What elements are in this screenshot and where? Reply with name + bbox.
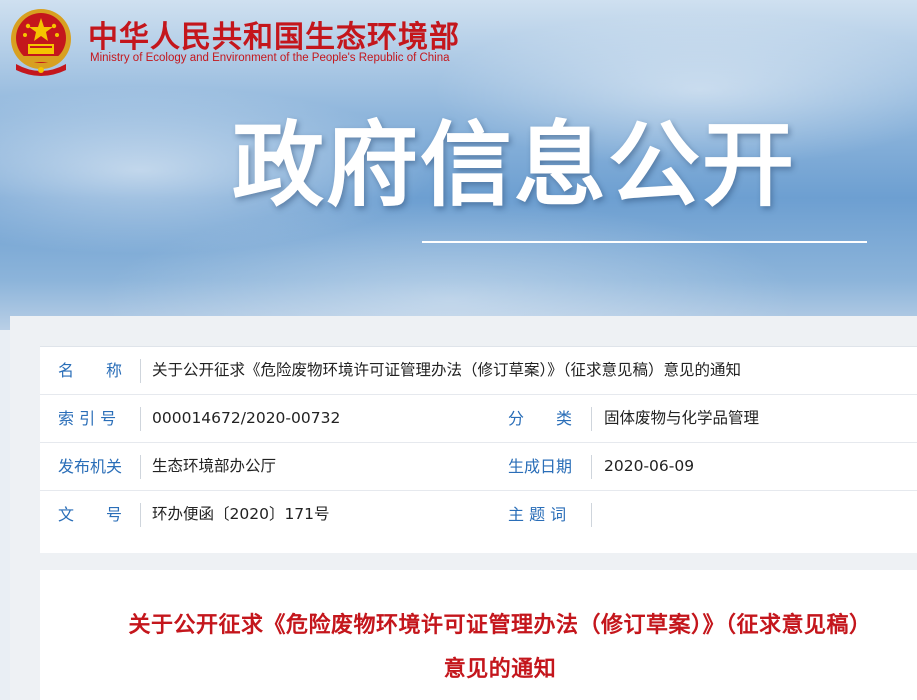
divider — [140, 455, 141, 479]
divider — [591, 503, 592, 527]
name-label: 名 称 — [58, 361, 123, 380]
divider — [140, 359, 141, 383]
divider — [140, 503, 141, 527]
hero-divider — [422, 241, 867, 243]
article-panel: 关于公开征求《危险废物环境许可证管理办法（修订草案）》（征求意见稿）意见的通知 — [40, 570, 917, 700]
keywords-label: 主 题 词 — [508, 505, 567, 524]
divider — [140, 407, 141, 431]
category-value: 固体废物与化学品管理 — [604, 409, 760, 427]
date-value: 2020-06-09 — [604, 457, 695, 475]
index-value: 000014672/2020-00732 — [152, 409, 341, 427]
docno-label: 文 号 — [58, 505, 123, 524]
issuer-value: 生态环境部办公厅 — [152, 457, 277, 475]
national-emblem-icon[interactable] — [8, 6, 74, 76]
document-metadata-table: 名 称 关于公开征求《危险废物环境许可证管理办法（修订草案）》（征求意见稿）意见… — [40, 346, 917, 553]
date-label: 生成日期 — [508, 457, 573, 476]
divider — [591, 455, 592, 479]
header-banner: 中华人民共和国生态环境部 Ministry of Ecology and Env… — [0, 0, 917, 330]
index-label: 索 引 号 — [58, 409, 117, 428]
meta-row-issuer: 发布机关 生态环境部办公厅 生成日期 2020-06-09 — [40, 443, 917, 491]
ministry-name-cn[interactable]: 中华人民共和国生态环境部 — [88, 12, 460, 56]
category-label: 分 类 — [508, 409, 573, 428]
ministry-name-en[interactable]: Ministry of Ecology and Environment of t… — [90, 52, 450, 64]
meta-row-name: 名 称 关于公开征求《危险废物环境许可证管理办法（修订草案）》（征求意见稿）意见… — [40, 347, 917, 395]
docno-value: 环办便函〔2020〕171号 — [152, 505, 330, 523]
issuer-label: 发布机关 — [58, 457, 123, 476]
meta-row-index: 索 引 号 000014672/2020-00732 分 类 固体废物与化学品管… — [40, 395, 917, 443]
meta-row-docno: 文 号 环办便函〔2020〕171号 主 题 词 — [40, 491, 917, 538]
divider — [591, 407, 592, 431]
name-value: 关于公开征求《危险废物环境许可证管理办法（修订草案）》（征求意见稿）意见的通知 — [152, 361, 742, 379]
hero-title: 政府信息公开 — [232, 112, 797, 219]
article-title: 关于公开征求《危险废物环境许可证管理办法（修订草案）》（征求意见稿）意见的通知 — [128, 613, 872, 682]
